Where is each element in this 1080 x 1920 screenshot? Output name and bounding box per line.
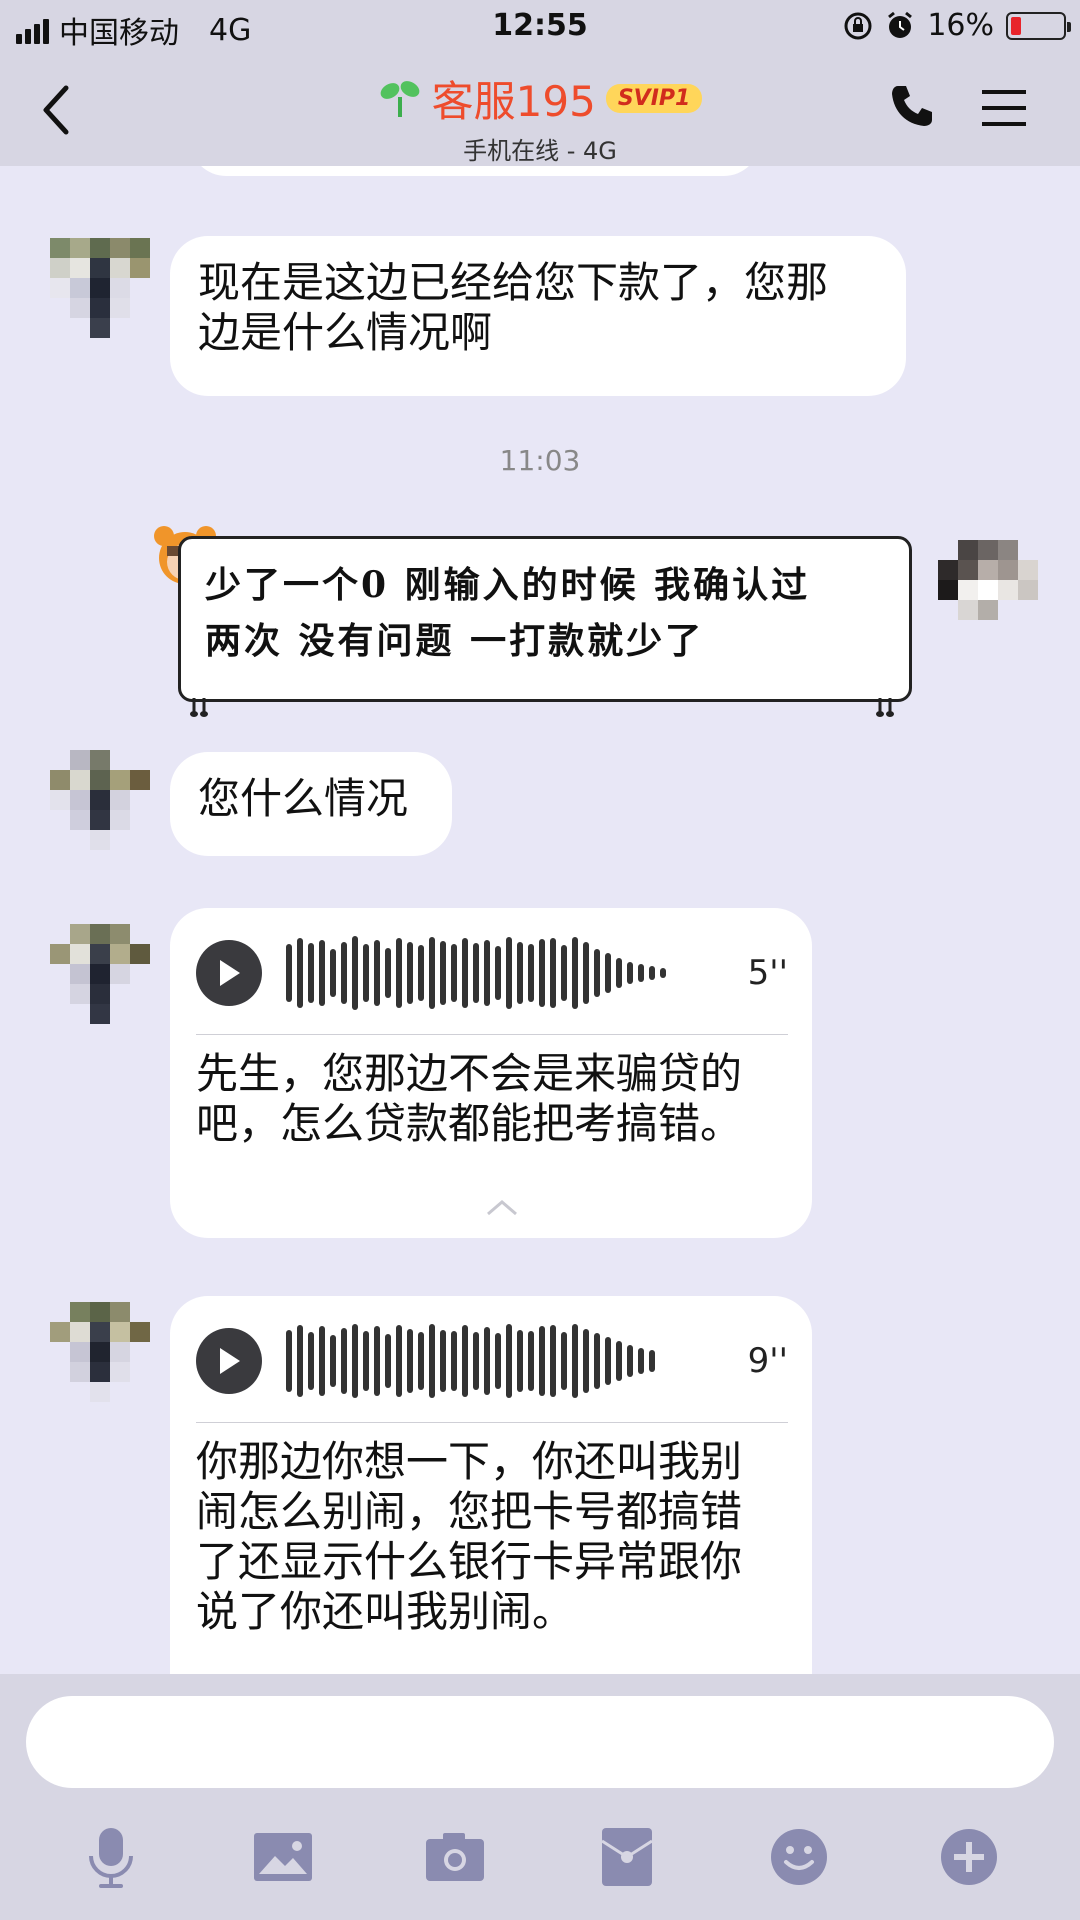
message-bubble[interactable]: 现在是这边已经给您下款了，您那 边是什么情况啊: [170, 236, 906, 396]
battery-icon: [1006, 11, 1071, 40]
voice-message-bubble[interactable]: 5'' 先生，您那边不会是来骗贷的 吧，怎么贷款都能把考搞错。: [170, 908, 812, 1238]
message-text: 边是什么情况啊: [198, 308, 493, 357]
input-panel: [0, 1674, 1080, 1920]
waveform: [286, 1323, 655, 1399]
rotation-lock-icon: [844, 12, 872, 39]
divider: [196, 1034, 788, 1035]
voice-transcript: 先生，您那边不会是来骗贷的 吧，怎么贷款都能把考搞错。: [196, 1049, 743, 1148]
bubble-foot: [190, 698, 208, 717]
status-bar: 中国移动 4G 12:55 16%: [0, 0, 1080, 56]
play-icon: [220, 960, 240, 986]
message-timestamp: 11:03: [499, 444, 581, 477]
message-input[interactable]: [26, 1696, 1054, 1788]
voice-message-bubble[interactable]: 9'' 你那边你想一下，你还叫我别 闹怎么别闹，您把卡号都搞错 了还显示什么银行…: [170, 1296, 812, 1674]
play-icon: [220, 1348, 240, 1374]
input-toolbar: [0, 1822, 1080, 1892]
camera-icon[interactable]: [420, 1822, 490, 1892]
microphone-icon[interactable]: [76, 1822, 146, 1892]
menu-icon[interactable]: [980, 88, 1028, 128]
chat-header: 客服195 SVIP1 手机在线 - 4G: [0, 56, 1080, 166]
contact-name[interactable]: 客服195: [432, 68, 596, 129]
image-icon[interactable]: [248, 1822, 318, 1892]
play-button[interactable]: [196, 1328, 262, 1394]
online-status: 手机在线 - 4G: [463, 137, 617, 165]
alarm-icon: [888, 11, 913, 38]
battery-label: 16%: [927, 8, 994, 43]
message-bubble[interactable]: 您什么情况: [170, 752, 452, 856]
divider: [196, 1422, 788, 1423]
emoji-icon[interactable]: [764, 1822, 834, 1892]
red-packet-icon[interactable]: [592, 1822, 662, 1892]
svip-badge: SVIP1: [605, 84, 703, 113]
agent-avatar[interactable]: [50, 1302, 150, 1402]
voice-duration: 9'': [747, 1341, 788, 1381]
agent-avatar[interactable]: [50, 750, 150, 850]
self-message-bubble[interactable]: 少了一个0 刚输入的时候 我确认过 两次 没有问题 一打款就少了: [178, 536, 912, 702]
message-text: 两次 没有问题 一打款就少了: [205, 620, 705, 662]
collapse-chevron-icon[interactable]: [484, 1198, 520, 1216]
agent-avatar[interactable]: [50, 924, 150, 1024]
waveform: [286, 935, 666, 1011]
message-text: 现在是这边已经给您下款了，您那: [198, 258, 829, 307]
message-list[interactable]: 现在是这边已经给您下款了，您那 边是什么情况啊 11:03 少了一个0 刚输入的…: [0, 166, 1080, 1674]
sprout-icon: [380, 80, 419, 117]
voice-duration: 5'': [747, 953, 788, 993]
plus-icon[interactable]: [934, 1822, 1004, 1892]
partial-bubble: [190, 166, 760, 176]
voice-transcript: 你那边你想一下，你还叫我别 闹怎么别闹，您把卡号都搞错 了还显示什么银行卡异常跟…: [196, 1437, 743, 1636]
phone-call-icon[interactable]: [888, 82, 936, 130]
user-avatar[interactable]: [938, 540, 1038, 640]
play-button[interactable]: [196, 940, 262, 1006]
bubble-foot: [876, 698, 894, 717]
message-text: 少了一个0 刚输入的时候 我确认过: [205, 564, 811, 606]
agent-avatar[interactable]: [50, 238, 150, 338]
